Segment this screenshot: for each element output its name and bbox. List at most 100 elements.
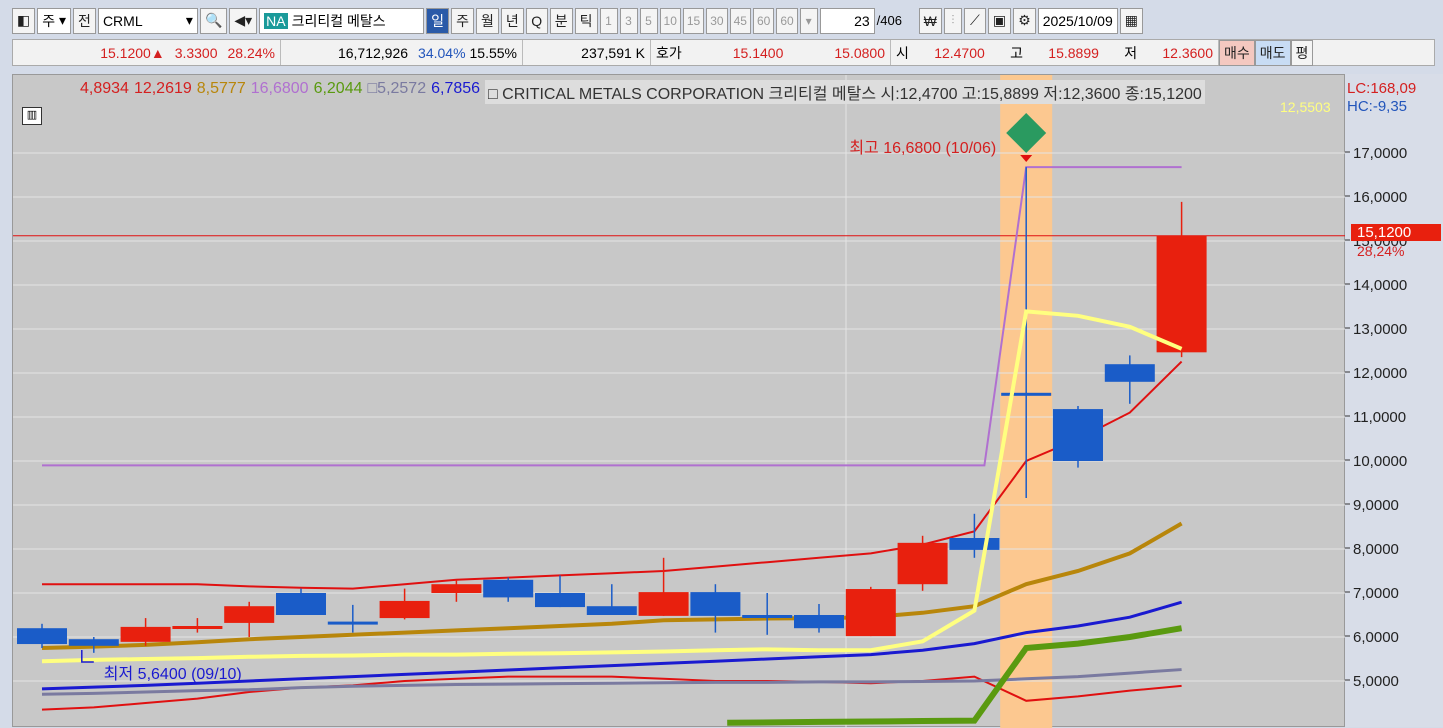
axis-svg: 5,0000 6,0000 7,0000 8,0000 9,0000 10,0000 11,… xyxy=(1345,145,1407,690)
candle-up xyxy=(431,584,482,593)
buy-button[interactable]: 매수 xyxy=(1219,39,1255,66)
candle-down xyxy=(276,593,326,615)
rate: 28.24% xyxy=(227,44,275,61)
search-icon[interactable]: 🔍 xyxy=(199,7,228,34)
interval-45[interactable]: 45 xyxy=(729,7,751,34)
legend: 4,8934 12,2619 8,5777 16,6800 6,2044 □5,2572 6… xyxy=(80,80,1205,104)
candle-icon[interactable]: ⫶ xyxy=(943,7,962,34)
axis-label: 9,0000 xyxy=(1353,497,1399,514)
quote-bar: 15.1200▲ 3.3300 28.24% 16,712,926 34.04% 15.… xyxy=(12,39,1435,66)
stock-name-field[interactable]: NA 크리티컬 메탈스 xyxy=(259,7,425,34)
legend-value: 6,2044 xyxy=(313,80,363,97)
add-line-icon[interactable]: ⟋ xyxy=(963,7,986,34)
axis-label: 5,0000 xyxy=(1353,673,1399,690)
axis-label: 16,0000 xyxy=(1353,189,1407,206)
symbol-input[interactable]: CRML ▾ xyxy=(97,7,198,34)
axis-label: 14,0000 xyxy=(1353,277,1407,294)
speaker-icon[interactable]: ◀▾ xyxy=(229,7,258,34)
legend-value: 8,5777 xyxy=(196,80,246,97)
sell-button[interactable]: 매도 xyxy=(1254,39,1291,66)
candle-down xyxy=(535,593,585,608)
period-month[interactable]: 월 xyxy=(475,7,499,34)
grid-toggle-icon[interactable]: ▥ xyxy=(22,107,42,125)
interval-dropdown[interactable]: ▾ xyxy=(799,7,818,34)
legend-value: 16,6800 xyxy=(250,80,309,97)
lc-value: LC:168,09 xyxy=(1347,80,1417,97)
prev-button[interactable]: 전 xyxy=(73,7,96,34)
candle-down xyxy=(742,615,793,618)
gear-icon[interactable]: ⚙ xyxy=(1013,7,1036,34)
axis-label: 7,0000 xyxy=(1353,585,1399,602)
low-annotation: 최저 5,6400 (09/10) xyxy=(104,665,242,683)
save-icon[interactable]: ▣ xyxy=(987,7,1012,34)
period-minute[interactable]: 분 xyxy=(549,7,573,34)
candle-down xyxy=(1104,364,1155,382)
amount: 237,591 K xyxy=(523,40,651,65)
page-total: /406 xyxy=(876,13,902,28)
period-day[interactable]: 일 xyxy=(426,7,450,34)
date-input[interactable]: 2025/10/09 xyxy=(1037,7,1118,34)
low: 12.3600 xyxy=(1162,44,1213,61)
legend-title: □ CRITICAL METALS CORPORATION 크리티컬 메탈스 시… xyxy=(485,80,1205,104)
candle-up xyxy=(845,589,896,637)
change: 3.3300 xyxy=(174,44,218,61)
candle-down xyxy=(586,606,637,615)
legend-value: □5,2572 xyxy=(367,80,427,97)
open-label: 시 xyxy=(896,44,909,61)
candle-up xyxy=(1156,235,1207,353)
layout-icon[interactable]: ◧ xyxy=(12,7,36,34)
candle-down xyxy=(794,615,844,629)
candle-up xyxy=(379,600,430,619)
toolbar: ◧ 주 ▾ 전 CRML ▾ 🔍 ◀▾ NA 크리티컬 메탈스 일 주 월 년 Q … xyxy=(12,7,1435,34)
candle-up xyxy=(897,542,948,585)
candle-down xyxy=(1053,409,1103,461)
market-select[interactable]: 주 ▾ xyxy=(37,7,72,34)
price-axis: 5,0000 6,0000 7,0000 8,0000 9,0000 10,0000 11,… xyxy=(1345,74,1443,727)
hc-value: HC:-9,35 xyxy=(1347,98,1408,115)
avg-button[interactable]: 평 xyxy=(1290,39,1314,66)
period-tick[interactable]: 틱 xyxy=(574,7,598,34)
interval-10[interactable]: 10 xyxy=(659,7,681,34)
period-week[interactable]: 주 xyxy=(451,7,474,34)
candle-down xyxy=(327,621,378,625)
price-chart[interactable]: 최고 16,6800 (10/06) 최저 5,6400 (09/10) xyxy=(12,74,1346,728)
legend-value: 12,2619 xyxy=(133,80,192,97)
hoga-label: 호가 xyxy=(656,44,682,61)
candle-up xyxy=(172,626,223,629)
high: 15.8899 xyxy=(1048,44,1099,61)
interval-1[interactable]: 1 xyxy=(599,7,618,34)
page-input[interactable]: 23 xyxy=(819,7,875,34)
interval-60[interactable]: 60 xyxy=(752,7,775,34)
candle-down xyxy=(483,579,534,598)
period-year[interactable]: 년 xyxy=(500,7,524,34)
axis-label: 6,0000 xyxy=(1353,629,1399,646)
axis-label: 10,0000 xyxy=(1353,453,1407,470)
volume-rate: 34.04% xyxy=(418,44,466,61)
price: 15.1200▲ xyxy=(100,44,165,61)
current-rate-tag: 28,24% xyxy=(1357,243,1405,259)
candle-up xyxy=(120,626,171,642)
interval-30[interactable]: 30 xyxy=(706,7,728,34)
interval-5[interactable]: 5 xyxy=(639,7,658,34)
calendar-icon[interactable]: ▦ xyxy=(1119,7,1143,34)
ask: 15.1400 xyxy=(732,44,784,61)
axis-label: 11,0000 xyxy=(1353,409,1406,426)
candle-down xyxy=(949,538,1000,550)
legend-value: 6,7856 xyxy=(431,80,481,97)
won-icon[interactable]: ₩ xyxy=(918,7,942,34)
chart-svg: 최고 16,6800 (10/06) 최저 5,6400 (09/10) xyxy=(13,75,1346,728)
interval-60b[interactable]: 60 xyxy=(776,7,798,34)
candle-down xyxy=(690,592,741,616)
na-badge: NA xyxy=(264,12,288,29)
market-value: 주 xyxy=(42,12,56,29)
high-label: 고 xyxy=(1010,44,1023,61)
current-price-tag: 15,1200 xyxy=(1351,224,1441,241)
candle-down xyxy=(17,628,67,645)
period-quarter[interactable]: Q xyxy=(525,7,548,34)
axis-label: 8,0000 xyxy=(1353,541,1399,558)
candle-up xyxy=(224,606,275,623)
interval-3[interactable]: 3 xyxy=(619,7,638,34)
axis-label: 12,0000 xyxy=(1353,365,1407,382)
legend-value: 4,8934 xyxy=(80,80,129,97)
interval-15[interactable]: 15 xyxy=(682,7,705,34)
